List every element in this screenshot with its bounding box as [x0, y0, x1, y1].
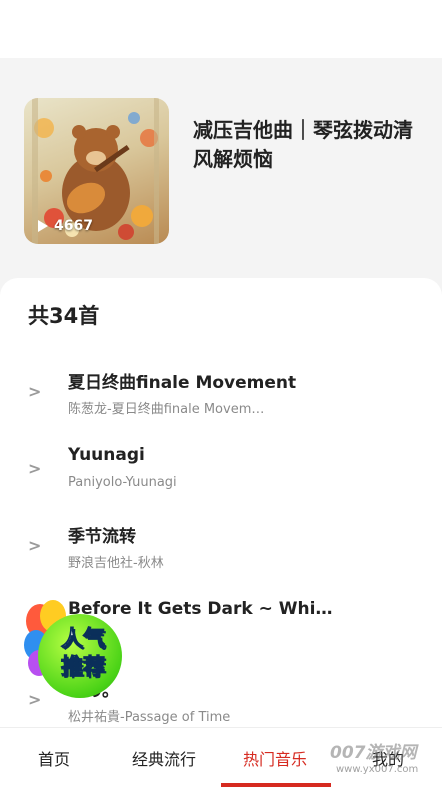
song-count-title: 共34首 [28, 304, 100, 328]
song-row[interactable]: > 季节流转 野浪吉他社-秋林 [0, 512, 442, 588]
tab-hot-music[interactable]: 热门音乐 [243, 746, 307, 770]
tab-home[interactable]: 首页 [38, 746, 70, 770]
tab-classic-pop[interactable]: 经典流行 [132, 746, 196, 770]
watermark-text: 007游戏网 [330, 743, 417, 763]
song-name: 夏日终曲finale Movement [68, 373, 297, 393]
song-name: Yuunagi [68, 445, 145, 465]
song-artist: 陈葱龙-夏日终曲finale Movem… [68, 402, 265, 417]
play-arrow-icon[interactable]: > [28, 382, 41, 401]
song-row[interactable]: > 夏日终曲finale Movement 陈葱龙-夏日终曲finale Mov… [0, 358, 442, 434]
badge-line2: 推荐 [60, 655, 105, 681]
site-watermark: 007游戏网 www.yx007.com [330, 738, 442, 778]
badge-text: 人气 推荐 [48, 626, 118, 682]
active-tab-indicator [221, 783, 331, 787]
song-artist: Paniyolo-Yuunagi [68, 475, 177, 490]
play-count: 4667 [38, 218, 93, 234]
song-artist: 松井祐貴-Passage of Time [68, 710, 231, 725]
status-bar [0, 0, 442, 58]
song-name: 季节流转 [68, 527, 136, 547]
playlist-header: 4667 减压吉他曲｜琴弦拨动清风解烦恼 [0, 58, 442, 288]
play-arrow-icon[interactable]: > [28, 459, 41, 478]
watermark-url: www.yx007.com [336, 764, 419, 775]
song-row[interactable]: > Yuunagi Paniyolo-Yuunagi [0, 435, 442, 511]
badge-line1: 人气 [60, 627, 105, 653]
popular-recommend-badge[interactable]: 人气 推荐 [24, 600, 134, 700]
play-icon [38, 220, 48, 232]
playlist-cover[interactable]: 4667 [24, 98, 169, 244]
song-artist: 野浪吉他社-秋林 [68, 556, 164, 571]
play-count-value: 4667 [54, 218, 93, 234]
play-arrow-icon[interactable]: > [28, 536, 41, 555]
playlist-title: 减压吉他曲｜琴弦拨动清风解烦恼 [193, 118, 413, 171]
